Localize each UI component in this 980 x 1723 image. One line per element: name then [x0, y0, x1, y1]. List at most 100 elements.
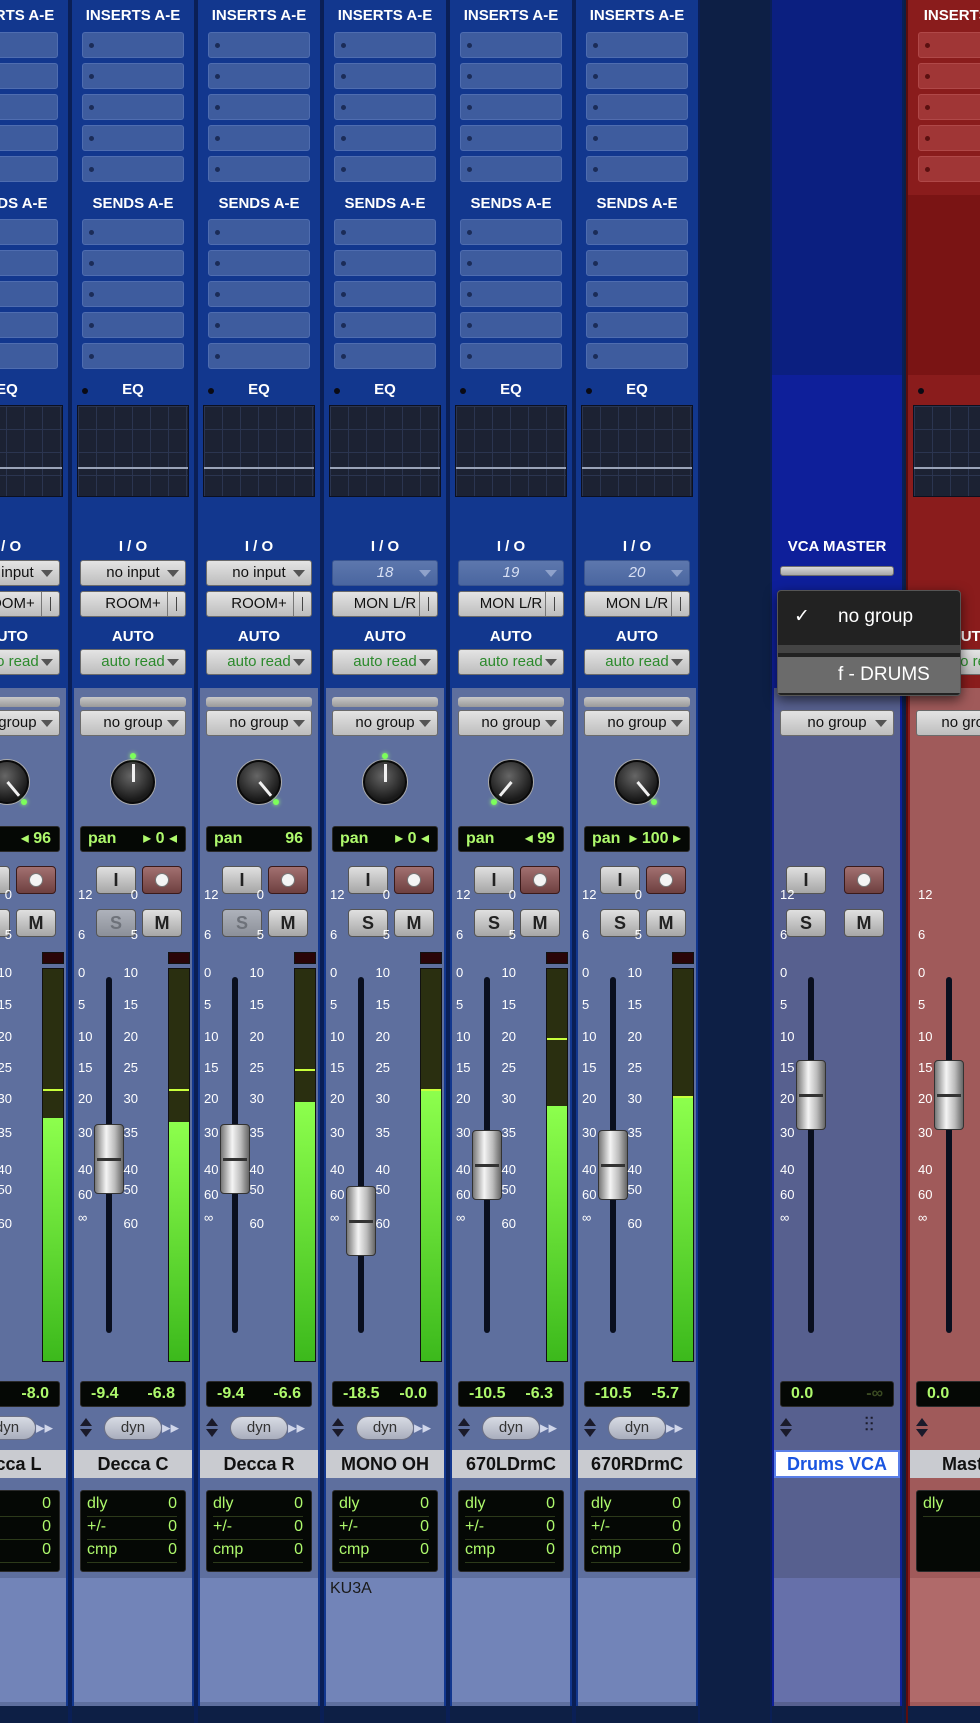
eq-curve-graph[interactable]: [455, 405, 567, 497]
volume-readout[interactable]: -9.4 -6.8: [80, 1381, 186, 1407]
insert-slot[interactable]: [918, 125, 980, 151]
send-slot[interactable]: [0, 343, 58, 369]
insert-slot[interactable]: [208, 32, 310, 58]
eq-curve-graph[interactable]: [581, 405, 693, 497]
pan-readout[interactable]: pan◂ 96: [0, 826, 60, 852]
track-comments[interactable]: KU3A: [326, 1578, 444, 1702]
insert-slot[interactable]: [208, 63, 310, 89]
group-selector[interactable]: no group: [332, 710, 438, 736]
send-slot[interactable]: [0, 250, 58, 276]
volume-fader[interactable]: [220, 1124, 250, 1194]
send-slot[interactable]: [334, 343, 436, 369]
track-comments[interactable]: [200, 1578, 318, 1702]
menu-item-no-group[interactable]: ✓ no group: [778, 599, 960, 635]
volume-fader[interactable]: [598, 1130, 628, 1200]
volume-readout[interactable]: -9.4-8.0: [0, 1381, 60, 1407]
insert-slot[interactable]: [334, 125, 436, 151]
pan-knob[interactable]: [363, 753, 407, 804]
track-comments[interactable]: [578, 1578, 696, 1702]
clip-indicator[interactable]: [420, 952, 442, 964]
clip-indicator[interactable]: [42, 952, 64, 964]
insert-slot[interactable]: [586, 125, 688, 151]
input-selector[interactable]: 20: [584, 560, 690, 586]
pan-readout[interactable]: pan 96: [206, 826, 312, 852]
fast-forward-icon[interactable]: ▸▸: [540, 1418, 564, 1438]
insert-slot[interactable]: [918, 63, 980, 89]
send-slot[interactable]: [586, 312, 688, 338]
send-slot[interactable]: [334, 219, 436, 245]
send-slot[interactable]: [460, 219, 562, 245]
volume-readout[interactable]: 0.0 -∞: [780, 1381, 894, 1407]
send-slot[interactable]: [208, 343, 310, 369]
clip-indicator[interactable]: [672, 952, 694, 964]
send-slot[interactable]: [208, 312, 310, 338]
automation-mode-selector[interactable]: auto read: [332, 649, 438, 675]
volume-fader[interactable]: [94, 1124, 124, 1194]
record-button[interactable]: [646, 866, 686, 894]
group-selector[interactable]: no group: [80, 710, 186, 736]
automation-mode-selector[interactable]: auto read: [458, 649, 564, 675]
insert-slot[interactable]: [460, 32, 562, 58]
volume-fader[interactable]: [346, 1186, 376, 1256]
track-comments[interactable]: [452, 1578, 570, 1702]
input-selector[interactable]: no input: [0, 560, 60, 586]
insert-slot[interactable]: [918, 156, 980, 182]
insert-slot[interactable]: [334, 32, 436, 58]
send-slot[interactable]: [208, 219, 310, 245]
dyn-button[interactable]: dyn: [608, 1416, 666, 1440]
insert-slot[interactable]: [334, 63, 436, 89]
send-slot[interactable]: [82, 250, 184, 276]
eq-curve-graph[interactable]: [0, 405, 63, 497]
dyn-button[interactable]: dyn: [230, 1416, 288, 1440]
group-selector[interactable]: no group: [916, 710, 980, 736]
volume-fader[interactable]: [934, 1060, 964, 1130]
mixer-faders-icon[interactable]: ⫶⫶: [864, 1414, 892, 1442]
insert-slot[interactable]: [82, 63, 184, 89]
fast-forward-icon[interactable]: ▸▸: [288, 1418, 312, 1438]
volume-fader[interactable]: [472, 1130, 502, 1200]
send-slot[interactable]: [586, 250, 688, 276]
track-comments[interactable]: [0, 1578, 66, 1702]
pan-readout[interactable]: pan ▸ 0 ◂: [80, 826, 186, 852]
insert-slot[interactable]: [334, 156, 436, 182]
nudge-updown-icon[interactable]: [780, 1416, 792, 1440]
track-name[interactable]: 670LDrmC: [452, 1450, 570, 1478]
mute-button[interactable]: M: [844, 909, 884, 937]
automation-mode-selector[interactable]: auto read: [206, 649, 312, 675]
send-slot[interactable]: [208, 250, 310, 276]
clip-indicator[interactable]: [294, 952, 316, 964]
clip-indicator[interactable]: [546, 952, 568, 964]
send-slot[interactable]: [334, 281, 436, 307]
output-selector[interactable]: MON L/R: [458, 591, 564, 617]
send-slot[interactable]: [82, 281, 184, 307]
nudge-updown-icon[interactable]: [458, 1416, 470, 1440]
insert-slot[interactable]: [460, 94, 562, 120]
record-button[interactable]: [142, 866, 182, 894]
mute-button[interactable]: M: [268, 909, 308, 937]
insert-slot[interactable]: [0, 94, 58, 120]
volume-readout[interactable]: -10.5 -6.3: [458, 1381, 564, 1407]
solo-button[interactable]: S: [786, 909, 826, 937]
volume-readout[interactable]: -9.4 -6.6: [206, 1381, 312, 1407]
eq-curve-graph[interactable]: [329, 405, 441, 497]
group-selector[interactable]: no group: [780, 710, 894, 736]
group-selector[interactable]: no group: [584, 710, 690, 736]
send-slot[interactable]: [460, 312, 562, 338]
input-selector[interactable]: 19: [458, 560, 564, 586]
volume-readout[interactable]: 0.0: [916, 1381, 980, 1407]
mute-button[interactable]: M: [142, 909, 182, 937]
output-selector[interactable]: ROOM+: [0, 591, 60, 617]
send-slot[interactable]: [82, 343, 184, 369]
input-selector[interactable]: no input: [80, 560, 186, 586]
input-selector[interactable]: no input: [206, 560, 312, 586]
insert-slot[interactable]: [82, 32, 184, 58]
track-comments[interactable]: [74, 1578, 192, 1702]
mute-button[interactable]: M: [646, 909, 686, 937]
automation-mode-selector[interactable]: auto read: [80, 649, 186, 675]
fast-forward-icon[interactable]: ▸▸: [414, 1418, 438, 1438]
volume-fader[interactable]: [796, 1060, 826, 1130]
pan-readout[interactable]: pan ▸ 0 ◂: [332, 826, 438, 852]
nudge-updown-icon[interactable]: [332, 1416, 344, 1440]
insert-slot[interactable]: [460, 63, 562, 89]
pan-readout[interactable]: pan ▸ 100 ▸: [584, 826, 690, 852]
